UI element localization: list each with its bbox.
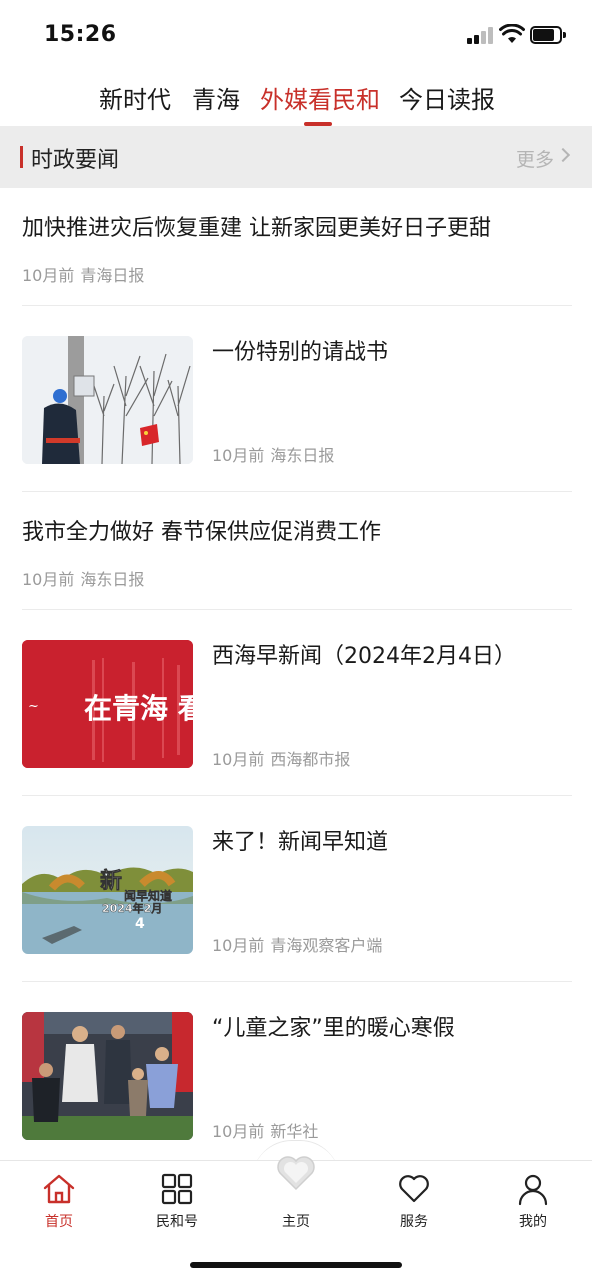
news-meta: 10月前 青海观察客户端	[212, 932, 382, 956]
home-indicator	[190, 1262, 402, 1268]
news-meta: 10月前 海东日报	[212, 442, 334, 466]
news-title[interactable]: “儿童之家”里的暖心寒假	[212, 1010, 455, 1042]
news-item[interactable]: 我市全力做好 春节保供应促消费工作 10月前 海东日报	[0, 492, 592, 610]
tab-waimei-kan-minhe[interactable]: 外媒看民和	[260, 80, 380, 115]
nav-label: 首页	[45, 1214, 73, 1230]
news-source: 海东日报	[270, 446, 335, 465]
nav-zhuye[interactable]: 主页	[237, 1156, 355, 1241]
user-icon	[518, 1174, 548, 1206]
news-source: 西海都市报	[270, 750, 351, 769]
news-title[interactable]: 来了！新闻早知道	[212, 824, 388, 856]
top-tab-bar: 新时代 青海 外媒看民和 今日读报	[0, 66, 592, 126]
section-header: 时政要闻 更多	[0, 126, 592, 188]
heart-icon	[399, 1175, 429, 1203]
news-time: 10月前	[212, 936, 265, 955]
battery-icon	[530, 26, 566, 44]
news-item[interactable]: 加快推进灾后恢复重建 让新家园更美好日子更甜 10月前 青海日报	[0, 188, 592, 306]
chevron-right-icon[interactable]	[555, 147, 571, 163]
nav-wode[interactable]: 我的	[474, 1161, 592, 1241]
news-title[interactable]: 我市全力做好 春节保供应促消费工作	[22, 514, 381, 546]
news-source: 青海观察客户端	[270, 936, 383, 955]
news-time: 10月前	[212, 750, 265, 769]
news-item[interactable]: 在青海 看西海 ~ 西海早新闻（2024年2月4日） 10月前西海都市报	[0, 610, 592, 796]
news-thumbnail[interactable]: 新 闻早知道 2024年2月 4	[22, 826, 193, 954]
news-source: 青海日报	[80, 266, 145, 285]
nav-label: 服务	[400, 1214, 428, 1230]
red-banner-graphic: 在青海 看西海 ~	[22, 640, 193, 768]
heart-logo-icon	[277, 1156, 315, 1191]
news-time: 10月前	[22, 570, 75, 589]
news-source: 新华社	[270, 1122, 319, 1141]
news-meta: 10月前 青海日报	[22, 262, 144, 286]
news-title[interactable]: 加快推进灾后恢复重建 让新家园更美好日子更甜	[22, 210, 491, 242]
news-time: 10月前	[212, 446, 265, 465]
news-time: 10月前	[22, 266, 75, 285]
svg-text:在青海 看西海: 在青海 看西海	[84, 692, 193, 725]
tab-qinghai[interactable]: 青海	[192, 80, 240, 115]
nav-label: 民和号	[156, 1214, 198, 1230]
news-thumbnail[interactable]	[22, 336, 193, 464]
news-item[interactable]: “儿童之家”里的暖心寒假 10月前 新华社	[0, 982, 592, 1160]
news-meta: 10月前 新华社	[212, 1118, 318, 1142]
tab-xinshidai[interactable]: 新时代	[99, 80, 171, 115]
nav-fuwu[interactable]: 服务	[355, 1161, 473, 1241]
nav-minhehao[interactable]: 民和号	[118, 1161, 236, 1241]
svg-text:2024年2月: 2024年2月	[102, 901, 162, 915]
news-time: 10月前	[212, 1122, 265, 1141]
news-item[interactable]: 一份特别的请战书 10月前 海东日报	[0, 306, 592, 492]
wifi-icon	[499, 24, 525, 43]
news-item[interactable]: 新 闻早知道 2024年2月 4 来了！新闻早知道 10月前 青海观察客户端	[0, 796, 592, 982]
news-title[interactable]: 西海早新闻（2024年2月4日）	[212, 638, 516, 670]
lake-photo: 新 闻早知道 2024年2月 4	[22, 826, 193, 954]
tab-jinri-dubao[interactable]: 今日读报	[399, 80, 495, 115]
svg-text:4: 4	[135, 916, 145, 932]
svg-text:~: ~	[28, 699, 39, 714]
cellular-signal-icon	[467, 26, 495, 44]
nav-label: 我的	[519, 1214, 547, 1230]
news-title[interactable]: 一份特别的请战书	[212, 334, 388, 366]
news-meta: 10月前 西海都市报	[212, 746, 350, 770]
news-meta: 10月前 海东日报	[22, 566, 144, 590]
status-time: 15:26	[44, 22, 117, 47]
section-title: 时政要闻	[31, 148, 120, 173]
grid-icon	[161, 1173, 193, 1205]
worker-photo	[22, 336, 193, 464]
home-icon	[43, 1174, 75, 1204]
children-photo	[22, 1012, 193, 1140]
nav-home[interactable]: 首页	[0, 1161, 118, 1241]
svg-text:新: 新	[100, 868, 122, 894]
news-thumbnail[interactable]	[22, 1012, 193, 1140]
nav-label: 主页	[282, 1214, 310, 1230]
more-link[interactable]: 更多	[516, 145, 554, 172]
svg-text:闻早知道: 闻早知道	[124, 888, 172, 903]
news-source: 海东日报	[80, 570, 145, 589]
news-thumbnail[interactable]: 在青海 看西海 ~	[22, 640, 193, 768]
status-bar: 15:26	[0, 0, 592, 66]
section-accent-bar	[20, 146, 23, 168]
